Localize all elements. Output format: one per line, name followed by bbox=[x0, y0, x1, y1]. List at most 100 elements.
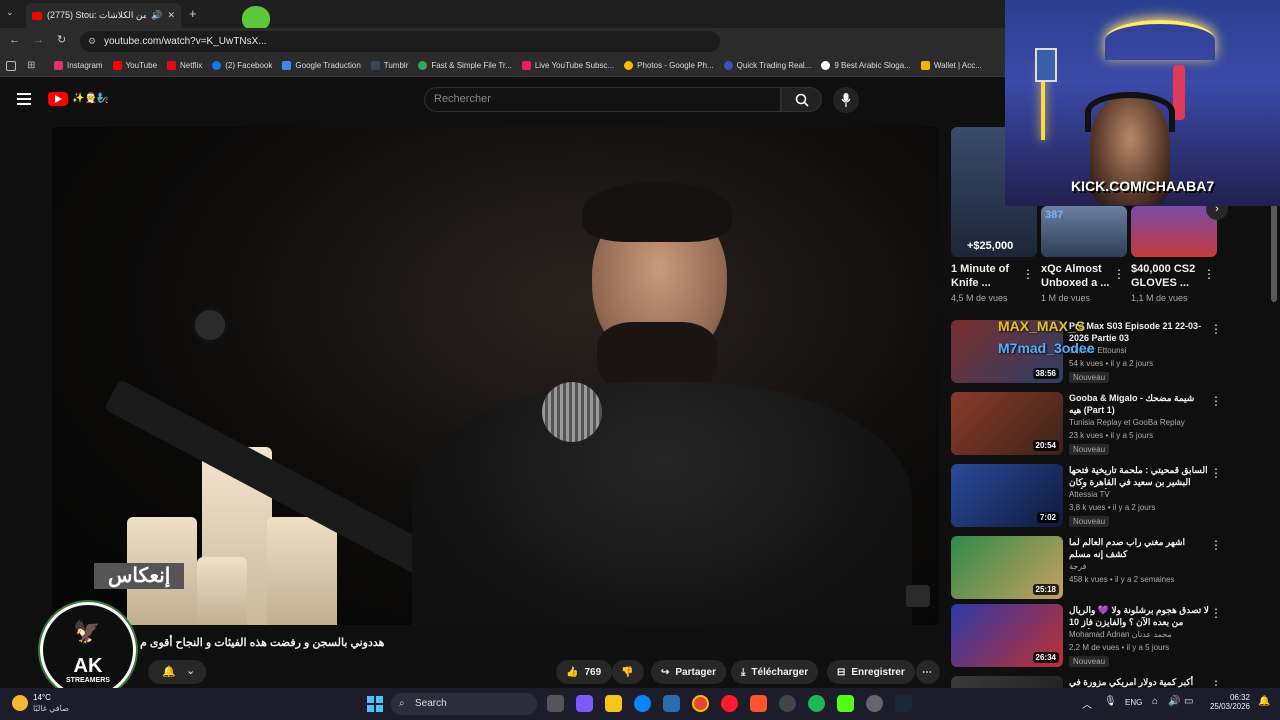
candle bbox=[197, 557, 247, 625]
steam-icon[interactable] bbox=[895, 695, 912, 712]
microphone-head bbox=[542, 382, 602, 442]
language-indicator[interactable]: ENG bbox=[1125, 698, 1142, 707]
video-thumbnail bbox=[951, 676, 1063, 688]
copilot-icon[interactable] bbox=[576, 695, 593, 712]
opera-icon[interactable] bbox=[721, 695, 738, 712]
active-tab[interactable]: (2775) Stou: ولي من الكلاشات 🔊 ✕ bbox=[26, 3, 181, 28]
save-button[interactable]: ⊟ Enregistrer bbox=[827, 660, 915, 684]
bookmark-google-translate[interactable]: Google Traduction bbox=[282, 61, 361, 70]
store-icon[interactable] bbox=[663, 695, 680, 712]
bookmark-facebook[interactable]: (2) Facebook bbox=[212, 61, 272, 70]
youtube-header: ✨🧑‍🎄🧞 Rechercher bbox=[0, 77, 1005, 122]
close-tab-icon[interactable]: ✕ bbox=[167, 10, 175, 21]
bookmark-label: Netflix bbox=[180, 61, 203, 70]
weather-icon[interactable] bbox=[12, 695, 28, 711]
task-view-icon[interactable] bbox=[547, 695, 564, 712]
bookmark-instagram[interactable]: Instagram bbox=[54, 61, 103, 70]
search-button[interactable] bbox=[781, 87, 822, 112]
clock[interactable]: 06:32 25/03/2026 bbox=[1208, 693, 1250, 711]
suggested-video[interactable]: 20:54 Gooba & Migalo - شيمة مضحك هيه (Pa… bbox=[951, 392, 1261, 462]
duration-badge: 25:18 bbox=[1032, 584, 1059, 595]
notification-icon[interactable]: 🔔 bbox=[1258, 696, 1270, 707]
obs-icon[interactable] bbox=[779, 695, 796, 712]
video-player[interactable]: إنعكاس bbox=[52, 127, 939, 625]
browser-tab-bar: ⌄ (2775) Stou: ولي من الكلاشات 🔊 ✕ + bbox=[0, 0, 1005, 30]
share-button[interactable]: ↪ Partager bbox=[651, 660, 726, 684]
more-vert-icon[interactable]: ⋮ bbox=[1022, 267, 1034, 281]
channel-name: Mohamad Adnan محمد عدنان bbox=[1069, 630, 1172, 639]
bookmark-file-transfer[interactable]: Fast & Simple File Tr... bbox=[418, 61, 512, 70]
thumbs-up-icon: 👍 bbox=[566, 666, 579, 678]
search-label: Search bbox=[415, 698, 447, 709]
more-horizontal-icon: ⋯ bbox=[922, 666, 932, 678]
short-thumbnail[interactable] bbox=[1131, 206, 1217, 257]
more-vert-icon[interactable]: ⋮ bbox=[1210, 466, 1222, 480]
suggested-video[interactable]: 26:34 لا تصدق هجوم برشلونة ولا 💜 والريال… bbox=[951, 604, 1261, 674]
instagram-icon bbox=[54, 61, 63, 70]
back-icon[interactable]: ← bbox=[9, 34, 20, 46]
url-field[interactable]: ⚙ youtube.com/watch?v=K_UwTNsX... bbox=[80, 31, 720, 52]
taskbar-search[interactable]: ⌕ Search bbox=[391, 693, 537, 715]
volume-icon[interactable]: 🔊 bbox=[1168, 696, 1180, 707]
search-input[interactable]: Rechercher bbox=[424, 87, 781, 112]
brave-icon[interactable] bbox=[750, 695, 767, 712]
bookmark-label: Photos - Google Ph... bbox=[637, 61, 714, 70]
tumblr-icon bbox=[370, 61, 380, 70]
bookmark-netflix[interactable]: Netflix bbox=[167, 61, 202, 70]
bookmark-label: 9 Best Arabic Sloga... bbox=[834, 61, 911, 70]
like-button[interactable]: 👍 769 bbox=[556, 660, 612, 684]
dislike-button[interactable]: 👎 bbox=[612, 660, 644, 684]
menu-icon[interactable] bbox=[17, 93, 31, 105]
download-button[interactable]: ⤓ Télécharger bbox=[731, 660, 819, 684]
edge-icon[interactable] bbox=[634, 695, 651, 712]
bookmark-wallet[interactable]: Wallet | Acc... bbox=[920, 61, 982, 70]
short-thumb-text: 387 bbox=[1045, 209, 1064, 221]
more-vert-icon[interactable]: ⋮ bbox=[1210, 394, 1222, 408]
more-vert-icon[interactable]: ⋮ bbox=[1210, 678, 1222, 688]
more-actions-button[interactable]: ⋯ bbox=[916, 660, 940, 684]
bookmark-youtube[interactable]: YouTube bbox=[112, 61, 157, 70]
file-explorer-icon[interactable] bbox=[605, 695, 622, 712]
reload-icon[interactable]: ↻ bbox=[57, 33, 66, 46]
more-vert-icon[interactable]: ⋮ bbox=[1210, 538, 1222, 552]
speaker-icon[interactable]: 🔊 bbox=[151, 10, 162, 21]
bookmark-quick-trading[interactable]: Quick Trading Real... bbox=[723, 61, 811, 70]
youtube-logo-icon[interactable] bbox=[48, 92, 68, 106]
app-icon[interactable] bbox=[866, 695, 883, 712]
bookmark-live-subs[interactable]: Live YouTube Subsc... bbox=[521, 61, 614, 70]
suggested-video[interactable]: 7:02 السابق قمحيتي : ملحمة تاريخية فتحها… bbox=[951, 464, 1261, 534]
spotify-icon[interactable] bbox=[808, 695, 825, 712]
new-tab-icon[interactable]: + bbox=[189, 6, 197, 21]
chevron-up-icon[interactable]: ︿ bbox=[1082, 696, 1092, 711]
suggested-video[interactable]: أكبر كمية دولار امريكي مزورة في التاريخ … bbox=[951, 676, 1261, 688]
kick-icon[interactable] bbox=[837, 695, 854, 712]
network-icon[interactable]: ⌂ bbox=[1152, 696, 1158, 707]
bookmark-google-photos[interactable]: Photos - Google Ph... bbox=[624, 61, 714, 70]
more-vert-icon[interactable]: ⋮ bbox=[1113, 267, 1125, 281]
short-thumbnail[interactable]: 387 bbox=[1041, 206, 1127, 257]
bookmarks-folder-icon[interactable] bbox=[6, 61, 16, 71]
microphone-icon bbox=[841, 93, 851, 107]
bookmark-arabic-slogans[interactable]: 9 Best Arabic Sloga... bbox=[821, 61, 911, 70]
apps-grid-icon[interactable]: ⊞ bbox=[27, 60, 35, 71]
bookmark-label: Instagram bbox=[67, 61, 103, 70]
more-vert-icon[interactable]: ⋮ bbox=[1210, 606, 1222, 620]
more-vert-icon[interactable]: ⋮ bbox=[1203, 267, 1215, 281]
new-badge: Nouveau bbox=[1069, 444, 1110, 455]
forward-icon[interactable]: → bbox=[33, 34, 44, 46]
microphone-tray-icon[interactable]: 🎙 bbox=[1104, 696, 1117, 707]
battery-icon[interactable]: ▭ bbox=[1184, 696, 1193, 707]
windows-start-icon[interactable] bbox=[367, 696, 383, 712]
tab-list-chevron-icon[interactable]: ⌄ bbox=[6, 7, 14, 18]
video-thumbnail: 26:34 bbox=[951, 604, 1063, 667]
more-vert-icon[interactable]: ⋮ bbox=[1210, 322, 1222, 336]
subscribe-notification-button[interactable]: 🔔 ⌄ bbox=[148, 660, 206, 684]
chrome-icon[interactable] bbox=[692, 695, 709, 712]
video-meta: 3,8 k vues • il y a 2 jours bbox=[1069, 503, 1156, 512]
voice-search-button[interactable] bbox=[833, 87, 859, 113]
bookmark-tumblr[interactable]: Tumblr bbox=[370, 61, 409, 70]
address-bar: ← → ↻ ⚙ youtube.com/watch?v=K_UwTNsX... bbox=[0, 28, 1005, 55]
bookmark-label: Tumblr bbox=[383, 61, 409, 70]
site-info-icon[interactable]: ⚙ bbox=[88, 31, 96, 52]
suggested-video[interactable]: 25:18 اشهر مغني راب صدم العالم لما كشف إ… bbox=[951, 536, 1261, 606]
